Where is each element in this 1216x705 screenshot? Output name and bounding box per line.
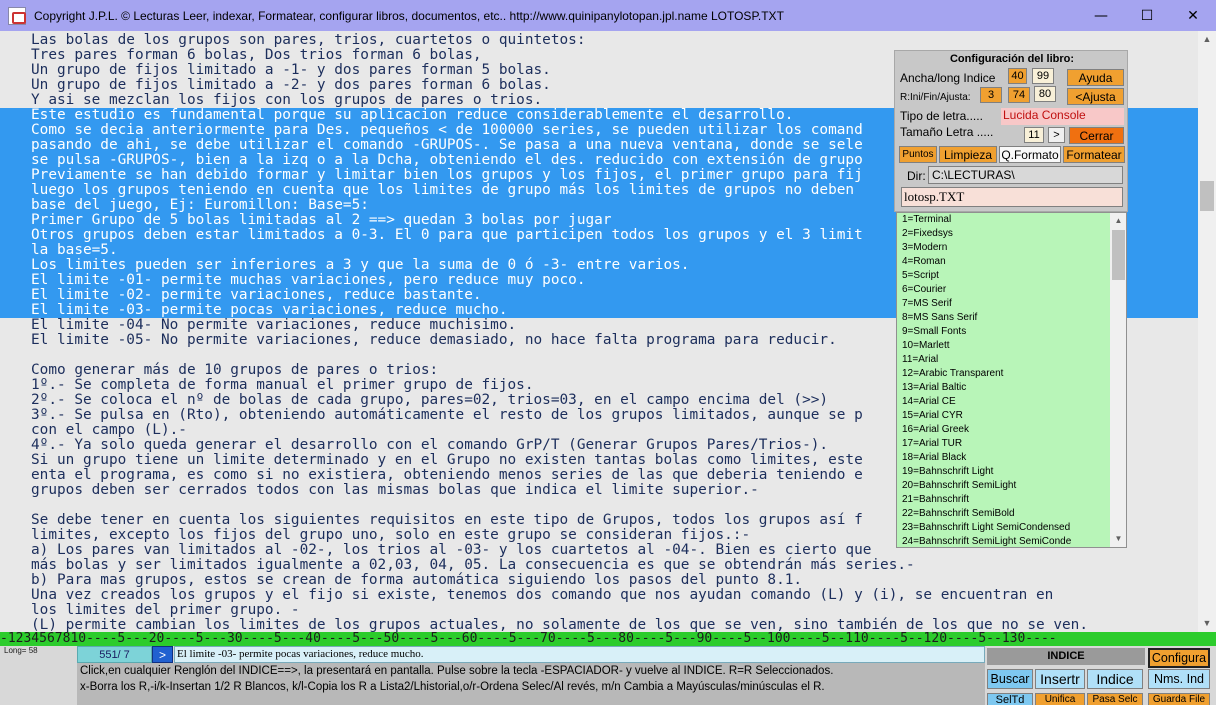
font-list-scroll-up-icon[interactable]: ▲ <box>1110 213 1126 229</box>
text-line[interactable]: Las bolas de los grupos son pares, trios… <box>0 33 1198 48</box>
line-counter[interactable]: 551/ 7 <box>77 646 152 663</box>
line-length-label: Long= 58 <box>4 646 38 655</box>
close-button[interactable]: ✕ <box>1170 0 1216 31</box>
cerrar-button[interactable]: Cerrar <box>1069 127 1124 144</box>
limpieza-button[interactable]: Limpieza <box>939 146 997 163</box>
minimize-button[interactable]: — <box>1078 0 1124 31</box>
text-line[interactable]: los limites del primer grupo. - <box>0 603 1198 618</box>
font-list-item[interactable]: 15=Arial CYR <box>902 409 963 423</box>
font-size-next-button[interactable]: > <box>1048 127 1065 143</box>
vertical-scrollbar[interactable]: ▲ ▼ <box>1198 31 1216 632</box>
guarda-file-button[interactable]: Guarda File <box>1148 693 1210 705</box>
formatear-button[interactable]: Formatear <box>1063 146 1125 163</box>
help-line-2: x-Borra los R,-i/k-Insertan 1/2 R Blanco… <box>80 681 825 693</box>
font-size-field[interactable]: 11 <box>1024 127 1044 143</box>
ancha-value-field[interactable]: 40 <box>1008 68 1027 84</box>
font-list-item[interactable]: 6=Courier <box>902 283 946 297</box>
tipo-letra-label: Tipo de letra..... <box>900 109 983 123</box>
font-list-item[interactable]: 8=MS Sans Serif <box>902 311 977 325</box>
font-list-item[interactable]: 22=Bahnschrift SemiBold <box>902 507 1015 521</box>
text-line[interactable]: (L) permite cambian los limites de los g… <box>0 618 1198 633</box>
text-line[interactable]: b) Para mas grupos, estos se crean de fo… <box>0 573 1198 588</box>
help-text: Click,en cualquier Renglón del INDICE==>… <box>77 663 985 705</box>
font-list-item[interactable]: 14=Arial CE <box>902 395 956 409</box>
scroll-up-arrow-icon[interactable]: ▲ <box>1198 31 1216 48</box>
unifica-button[interactable]: Unifica <box>1035 693 1085 705</box>
font-list-item[interactable]: 12=Arabic Transparent <box>902 367 1003 381</box>
font-list-item[interactable]: 23=Bahnschrift Light SemiCondensed <box>902 521 1070 535</box>
font-list-item[interactable]: 11=Arial <box>902 353 938 367</box>
configura-button[interactable]: Configura <box>1148 648 1210 668</box>
buscar-button[interactable]: Buscar <box>987 669 1033 689</box>
ancha-long-label: Ancha/long Indice <box>900 71 996 85</box>
rini-adjust-field[interactable]: 80 <box>1034 86 1056 102</box>
seltd-button[interactable]: SelTd <box>987 693 1033 705</box>
book-config-panel: Configuración del libro: Ancha/long Indi… <box>894 50 1128 212</box>
font-list-item[interactable]: 3=Modern <box>902 241 947 255</box>
font-name-field[interactable]: Lucida Console <box>1001 108 1124 125</box>
font-list-item[interactable]: 19=Bahnschrift Light <box>902 465 993 479</box>
pasa-selc-button[interactable]: Pasa Selc <box>1087 693 1143 705</box>
filename-field[interactable]: lotosp.TXT <box>901 187 1123 207</box>
maximize-button[interactable]: ☐ <box>1124 0 1170 31</box>
font-list-item[interactable]: 20=Bahnschrift SemiLight <box>902 479 1016 493</box>
directory-field[interactable]: C:\LECTURAS\ <box>928 166 1123 184</box>
rini-label: R:Ini/Fin/Ajusta: <box>900 92 971 103</box>
puntos-button[interactable]: Puntos <box>899 146 937 163</box>
font-list-item[interactable]: 24=Bahnschrift SemiLight SemiConde <box>902 535 1071 547</box>
text-line[interactable]: más bolas y ser limitados igualmente a 0… <box>0 558 1198 573</box>
ayuda-button[interactable]: Ayuda <box>1067 69 1124 86</box>
column-ruler: -1234567810----5---20----5---30----5---4… <box>0 632 1216 646</box>
insertr-button[interactable]: Insertr <box>1035 669 1085 689</box>
font-list-item[interactable]: 10=Marlett <box>902 339 950 353</box>
font-list-scroll-down-icon[interactable]: ▼ <box>1110 531 1126 547</box>
font-list-item[interactable]: 7=MS Serif <box>902 297 952 311</box>
font-list-item[interactable]: 13=Arial Baltic <box>902 381 966 395</box>
font-list-scroll-thumb[interactable] <box>1112 230 1125 280</box>
font-list-item[interactable]: 21=Bahnschrift <box>902 493 969 507</box>
font-list-item[interactable]: 1=Terminal <box>902 213 951 227</box>
title-bar: Copyright J.P.L. © Lecturas Leer, indexa… <box>0 0 1216 31</box>
help-line-1: Click,en cualquier Renglón del INDICE==>… <box>80 665 834 677</box>
window-title: Copyright J.P.L. © Lecturas Leer, indexa… <box>34 8 784 23</box>
config-title: Configuración del libro: <box>949 53 1075 65</box>
scroll-thumb[interactable] <box>1200 181 1214 211</box>
ajusta-button[interactable]: <Ajusta <box>1067 88 1124 105</box>
long-value-field[interactable]: 99 <box>1032 68 1054 84</box>
app-icon <box>8 6 26 25</box>
q-formato-button[interactable]: Q.Formato <box>999 146 1061 163</box>
current-line-field[interactable]: El limite -03- permite pocas variaciones… <box>174 646 985 663</box>
font-list-item[interactable]: 9=Small Fonts <box>902 325 966 339</box>
rini-start-field[interactable]: 3 <box>980 87 1002 103</box>
scroll-down-arrow-icon[interactable]: ▼ <box>1198 615 1216 632</box>
indice-header: INDICE <box>987 648 1145 665</box>
font-list-item[interactable]: 17=Arial TUR <box>902 437 962 451</box>
nms-ind-button[interactable]: Nms. Ind <box>1148 669 1210 689</box>
font-list[interactable]: 24=Bahnschrift SemiLight SemiConde 23=Bah… <box>896 212 1127 548</box>
dir-label: Dir: <box>907 169 926 183</box>
font-list-scrollbar[interactable]: ▲ ▼ <box>1110 213 1126 547</box>
indice-button[interactable]: Indice <box>1087 669 1143 689</box>
text-line[interactable]: Una vez creados los grupos y el fijo si … <box>0 588 1198 603</box>
font-list-item[interactable]: 16=Arial Greek <box>902 423 969 437</box>
go-button[interactable]: > <box>152 646 173 663</box>
window-controls: — ☐ ✕ <box>1078 0 1216 31</box>
rini-end-field[interactable]: 74 <box>1008 87 1030 103</box>
font-list-item[interactable]: 4=Roman <box>902 255 946 269</box>
font-list-item[interactable]: 18=Arial Black <box>902 451 966 465</box>
tamano-letra-label: Tamaño Letra ..... <box>900 125 994 139</box>
font-list-item[interactable]: 5=Script <box>902 269 939 283</box>
font-list-item[interactable]: 2=Fixedsys <box>902 227 953 241</box>
